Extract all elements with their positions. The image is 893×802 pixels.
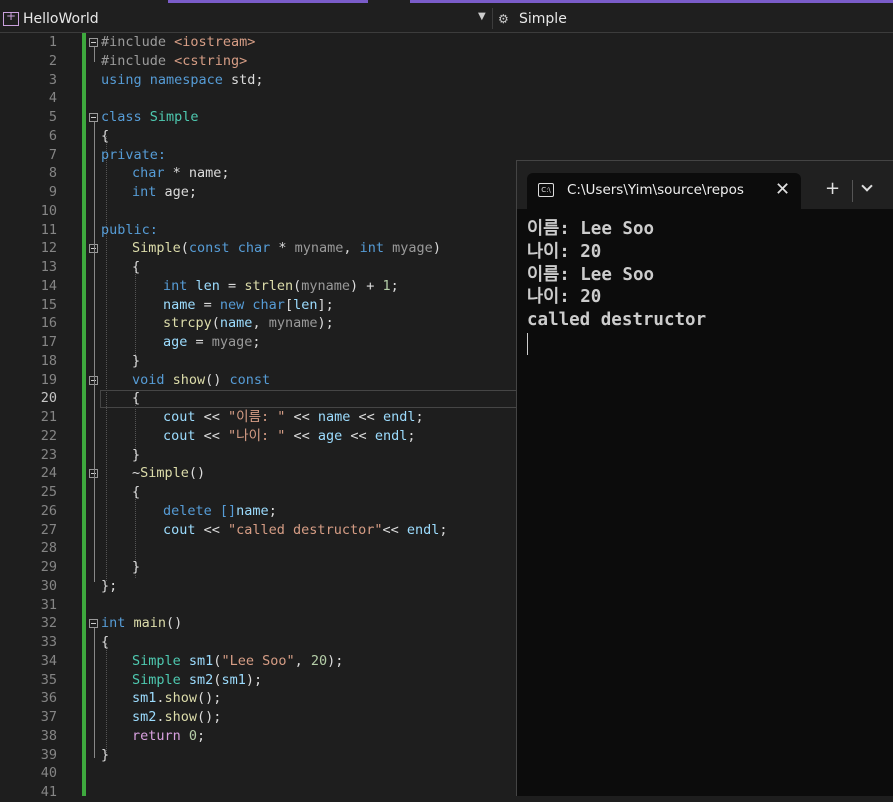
line-number: 11 [40, 221, 57, 238]
class-icon: ⚙ [498, 11, 509, 26]
line-number: 5 [48, 109, 57, 125]
line-number: 23 [40, 446, 57, 463]
line-number: 40 [40, 765, 57, 782]
line-number: 15 [40, 296, 57, 313]
divider [852, 180, 853, 202]
line-number: 4 [48, 90, 57, 107]
line-number: 19 [40, 371, 57, 388]
code-line: using namespace std; [101, 71, 264, 88]
terminal-line: called destructor [527, 310, 707, 330]
terminal-window[interactable]: C:\ C:\Users\Yim\source\repos ✕ + 이름: Le… [516, 160, 893, 796]
active-tab-accent [410, 0, 893, 3]
line-number: 27 [40, 521, 57, 538]
terminal-tab-bar: C:\ C:\Users\Yim\source\repos ✕ + [517, 161, 893, 209]
active-tab-accent [168, 0, 368, 3]
code-line: class Simple [101, 109, 199, 125]
line-number: 22 [40, 427, 57, 444]
terminal-output[interactable]: 이름: Lee Soo 나이: 20 이름: Lee Soo 나이: 20 ca… [527, 218, 887, 355]
line-number: 14 [40, 277, 57, 294]
line-number: 2 [48, 52, 57, 69]
new-tab-button[interactable]: + [825, 178, 840, 199]
line-number: 29 [40, 559, 57, 575]
code-line: { [101, 127, 110, 144]
line-number: 8 [48, 165, 57, 182]
line-number: 18 [40, 352, 57, 369]
code-line: #include <cstring> [101, 52, 248, 69]
line-number: 33 [40, 634, 57, 650]
divider [492, 8, 493, 29]
line-number: 31 [40, 596, 57, 613]
cpp-project-icon [3, 9, 19, 26]
terminal-line: 이름: Lee Soo [527, 264, 655, 285]
chevron-down-icon[interactable]: ▼ [478, 11, 486, 22]
line-number: 6 [48, 127, 57, 144]
navigation-bar: HelloWorld ▼ ⚙ Simple [0, 5, 893, 33]
text-cursor [527, 332, 528, 355]
line-number: 35 [40, 671, 57, 688]
code-line: #include <iostream> [101, 34, 256, 50]
line-number: 21 [40, 409, 57, 425]
line-number: 12 [40, 240, 57, 257]
line-number: 20 [40, 390, 57, 407]
terminal-tab[interactable]: C:\ C:\Users\Yim\source\repos ✕ [527, 173, 801, 209]
line-number: 1 [48, 34, 57, 50]
line-number: 39 [40, 746, 57, 763]
terminal-line: 이름: Lee Soo [527, 219, 655, 239]
line-number: 30 [40, 577, 57, 594]
line-number: 37 [40, 709, 57, 725]
close-icon[interactable]: ✕ [775, 179, 790, 200]
line-number-gutter: 1 2 3 4 5 6 7 8 9 10 11 12 13 14 15 16 17 18 19 20 21 22 23 24 2… [0, 33, 82, 800]
line-number: 28 [40, 540, 57, 557]
line-number: 24 [40, 465, 57, 482]
line-number: 25 [40, 484, 57, 500]
current-line-highlight [100, 390, 520, 408]
line-number: 17 [40, 334, 57, 350]
line-number: 41 [40, 784, 57, 800]
line-number: 26 [40, 502, 57, 519]
line-number: 13 [40, 259, 57, 275]
line-number: 9 [48, 184, 57, 200]
line-number: 7 [48, 146, 57, 163]
member-name: Simple [519, 10, 567, 27]
terminal-line: 나이: 20 [527, 241, 602, 262]
project-name: HelloWorld [23, 10, 99, 27]
line-number: 36 [40, 690, 57, 707]
line-number: 34 [40, 652, 57, 669]
chevron-down-icon[interactable] [861, 180, 873, 192]
project-dropdown[interactable]: HelloWorld ▼ [0, 5, 492, 32]
line-number: 3 [48, 71, 57, 88]
line-number: 32 [40, 615, 57, 632]
console-icon: C:\ [538, 183, 554, 197]
terminal-line: 나이: 20 [527, 287, 602, 308]
terminal-tab-title: C:\Users\Yim\source\repos [567, 182, 744, 198]
member-dropdown[interactable]: ⚙ Simple [498, 5, 567, 32]
line-number: 38 [40, 727, 57, 744]
line-number: 16 [40, 315, 57, 332]
line-number: 10 [40, 202, 57, 219]
